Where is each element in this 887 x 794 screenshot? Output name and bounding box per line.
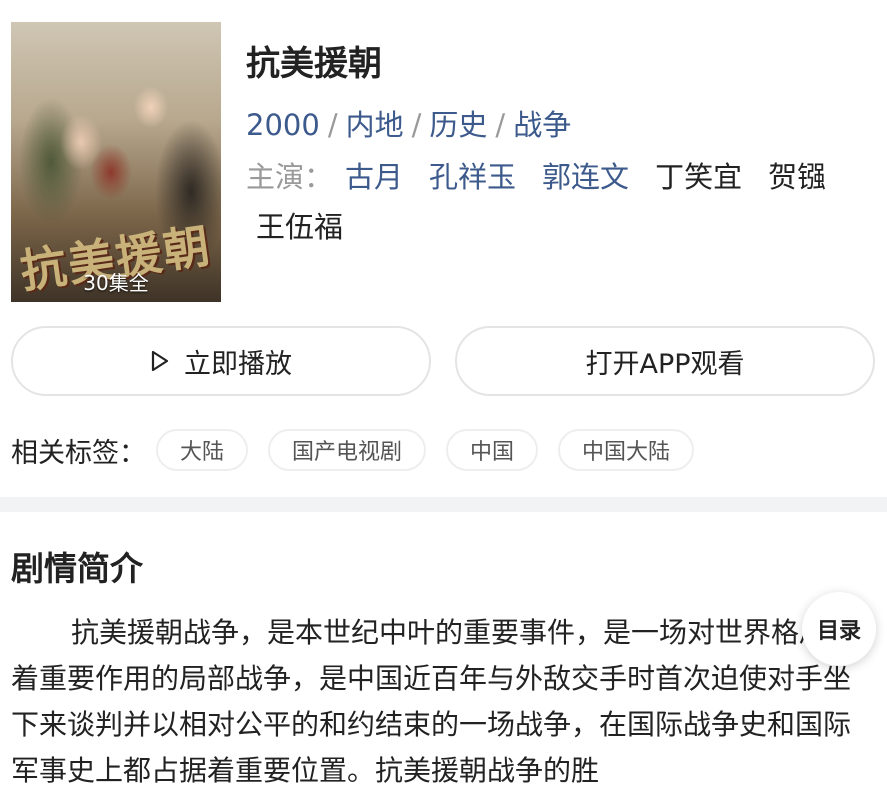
toc-label: 目录	[816, 619, 861, 644]
cast-actor: 丁笑宜	[655, 160, 743, 194]
tag-chip[interactable]: 国产电视剧	[268, 429, 427, 471]
open-app-button[interactable]: 打开APP观看	[455, 326, 875, 396]
region-link[interactable]: 内地	[346, 108, 404, 142]
show-header: 抗美援朝 30集全 抗美援朝 2000/内地 / 历史 / 战争 主演： 古月 孔祥玉 郭连文…	[0, 0, 887, 320]
meta-separator: /	[411, 108, 422, 142]
tag-chip[interactable]: 大陆	[156, 429, 249, 471]
meta-separator: /	[495, 108, 506, 142]
play-now-label: 立即播放	[184, 348, 292, 380]
cast-actor-link[interactable]: 郭连文	[542, 160, 629, 194]
cast-actor-link[interactable]: 孔祥玉	[429, 160, 516, 194]
show-meta: 2000/内地 / 历史 / 战争	[246, 102, 571, 144]
cast-label: 主演：	[246, 160, 334, 194]
synopsis-title: 剧情简介	[11, 549, 143, 588]
tag-chip[interactable]: 中国大陆	[558, 429, 695, 471]
year-link[interactable]: 2000	[246, 108, 320, 142]
show-title: 抗美援朝	[246, 44, 382, 84]
play-now-button[interactable]: 立即播放	[11, 326, 431, 396]
play-icon	[151, 350, 169, 372]
cast-list: 主演： 古月 孔祥玉 郭连文 丁笑宜 贺镪王伍福	[246, 152, 866, 252]
poster[interactable]: 抗美援朝 30集全	[11, 22, 221, 302]
meta-separator: /	[327, 108, 338, 142]
table-of-contents-button[interactable]: 目录	[802, 592, 876, 666]
synopsis-text: 抗美援朝战争，是本世纪中叶的重要事件，是一场对世界格局起着重要作用的局部战争，是…	[11, 616, 856, 787]
episodes-badge: 30集全	[83, 271, 149, 295]
section-divider	[0, 497, 887, 512]
open-app-label: 打开APP观看	[585, 348, 745, 380]
related-tags: 相关标签： 大陆 国产电视剧 中国 中国大陆	[11, 428, 714, 472]
cast-actor: 贺镪	[768, 160, 827, 194]
tag-chip[interactable]: 中国	[446, 429, 539, 471]
genre-link[interactable]: 历史	[429, 108, 487, 142]
genre-link[interactable]: 战争	[513, 108, 571, 142]
tags-label: 相关标签：	[11, 437, 146, 469]
cast-actor-link[interactable]: 古月	[345, 160, 403, 194]
cast-actor: 王伍福	[256, 210, 344, 244]
